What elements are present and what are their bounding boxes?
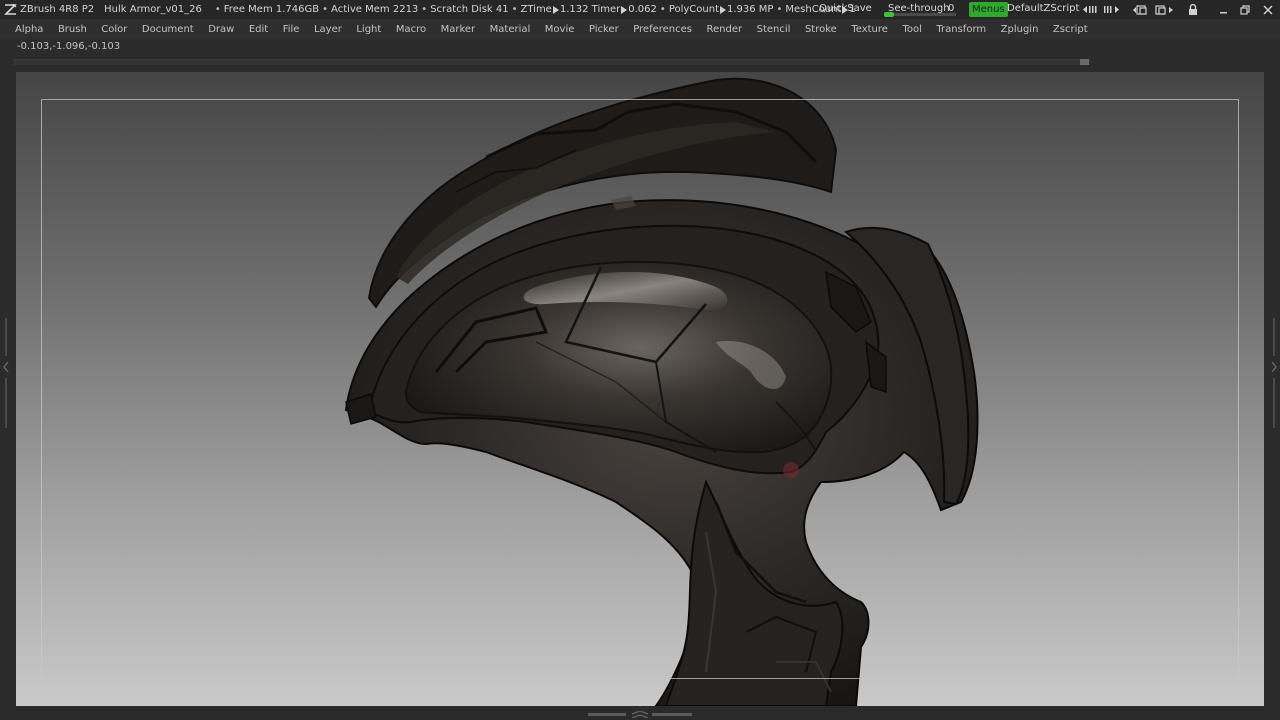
document-frame <box>41 99 1239 679</box>
see-through-track[interactable] <box>884 13 956 16</box>
zbrush-logo-icon[interactable] <box>3 3 17 17</box>
menu-marker[interactable]: Marker <box>441 24 476 35</box>
cursor-coordinates: -0.103,-1.096,-0.103 <box>17 41 121 52</box>
arrows-icon[interactable] <box>1082 3 1120 16</box>
polycount-value: 1.936 MP <box>727 4 774 15</box>
layout-icon[interactable] <box>1132 3 1174 16</box>
menus-toggle-button[interactable]: Menus <box>969 2 1008 17</box>
play-icon <box>720 5 726 14</box>
default-zscript-button[interactable]: DefaultZScript <box>1007 3 1079 14</box>
left-tray-handle[interactable] <box>2 318 10 428</box>
restore-icon[interactable] <box>1240 3 1250 16</box>
menu-alpha[interactable]: Alpha <box>15 24 43 35</box>
menu-file[interactable]: File <box>283 24 300 35</box>
bottom-tray-handle[interactable] <box>588 711 692 718</box>
menu-edit[interactable]: Edit <box>249 24 268 35</box>
top-shelf-strip <box>13 59 1090 65</box>
menu-transform[interactable]: Transform <box>936 24 986 35</box>
title-bar: ZBrush 4R8 P2 Hulk Armor_v01_26 • Free M… <box>0 0 1280 19</box>
timer-label: Timer <box>591 4 621 15</box>
menu-stroke[interactable]: Stroke <box>805 24 837 35</box>
tray-arrow-icon <box>3 362 9 372</box>
top-shelf-handle[interactable] <box>1080 59 1089 65</box>
zbrush-window: ZBrush 4R8 P2 Hulk Armor_v01_26 • Free M… <box>0 0 1280 720</box>
free-mem: Free Mem 1.746GB <box>223 4 320 15</box>
ztime-label: ZTime <box>520 4 552 15</box>
menu-layer[interactable]: Layer <box>314 24 342 35</box>
menu-zplugin[interactable]: Zplugin <box>1001 24 1039 35</box>
menu-texture[interactable]: Texture <box>851 24 888 35</box>
play-icon <box>552 5 559 14</box>
tray-arrow-icon <box>632 711 648 718</box>
menu-macro[interactable]: Macro <box>396 24 426 35</box>
menu-light[interactable]: Light <box>356 24 381 35</box>
menu-render[interactable]: Render <box>707 24 743 35</box>
menu-picker[interactable]: Picker <box>589 24 619 35</box>
menu-stencil[interactable]: Stencil <box>757 24 791 35</box>
document-canvas[interactable] <box>16 72 1264 706</box>
menu-brush[interactable]: Brush <box>58 24 87 35</box>
close-icon[interactable] <box>1263 3 1273 16</box>
menu-preferences[interactable]: Preferences <box>633 24 692 35</box>
active-mem: Active Mem 2213 <box>331 4 419 15</box>
main-menu-bar: Alpha Brush Color Document Draw Edit File Layer… <box>0 19 1280 39</box>
ztime-value: 1.132 <box>559 4 589 15</box>
menu-draw[interactable]: Draw <box>208 24 234 35</box>
menu-document[interactable]: Document <box>142 24 194 35</box>
see-through-knob[interactable] <box>884 12 894 17</box>
quicksave-button[interactable]: QuickSave <box>819 3 872 14</box>
app-name: ZBrush 4R8 P2 <box>20 4 95 15</box>
menu-movie[interactable]: Movie <box>545 24 575 35</box>
timer-value: 0.062 <box>628 4 657 15</box>
play-icon <box>621 5 628 14</box>
scratch-disk: Scratch Disk 41 <box>430 4 509 15</box>
see-through-slider[interactable]: See-through 0 <box>884 1 962 17</box>
menu-color[interactable]: Color <box>101 24 127 35</box>
document-name: Hulk Armor_v01_26 <box>104 4 202 15</box>
menu-zscript[interactable]: Zscript <box>1053 24 1088 35</box>
polycount-label: PolyCount <box>668 4 719 15</box>
right-tray-handle[interactable] <box>1270 318 1278 428</box>
menu-tool[interactable]: Tool <box>902 24 921 35</box>
menu-material[interactable]: Material <box>490 24 531 35</box>
minimize-icon[interactable] <box>1219 3 1228 16</box>
lock-icon[interactable] <box>1188 3 1198 16</box>
tray-arrow-icon <box>1271 362 1277 372</box>
